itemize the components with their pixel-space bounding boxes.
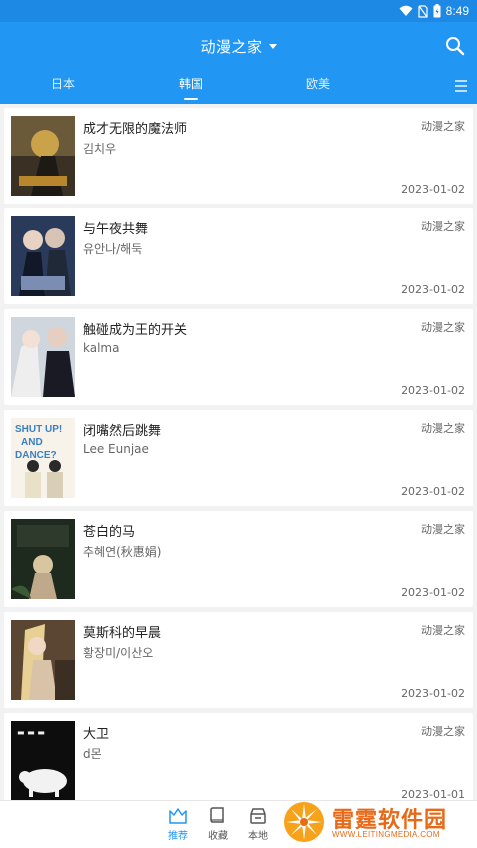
comic-title: 与午夜共舞 <box>83 222 149 237</box>
comic-cover-image <box>11 519 75 599</box>
comic-title: 触碰成为王的开关 <box>83 323 188 338</box>
menu-icon[interactable] <box>453 78 469 94</box>
comic-list: 成才无限的魔法师 김치우 动漫之家 2023-01-02 与午夜共舞 유안나/해… <box>0 104 477 800</box>
nav-label: 推荐 <box>168 831 188 842</box>
book-icon <box>210 807 224 823</box>
nav-local[interactable]: 本地 <box>238 807 278 847</box>
comic-source: 动漫之家 <box>421 725 465 738</box>
watermark-url: WWW.LEITINGMEDIA.COM <box>332 830 440 839</box>
nav-label: 收藏 <box>208 831 228 842</box>
comic-author: 유안나/해둑 <box>83 242 143 256</box>
comic-cover-image <box>11 620 75 700</box>
comic-cover-image: SHUT UP! AND DANCE? <box>11 418 75 498</box>
local-icon <box>250 808 266 824</box>
tab-western[interactable]: 欧美 <box>278 70 358 104</box>
header-title: 动漫之家 <box>200 37 263 56</box>
status-time: 8:49 <box>445 4 469 18</box>
comic-date: 2023-01-02 <box>401 687 465 700</box>
comic-title: 莫斯科的早晨 <box>83 626 162 641</box>
comic-author: 김치우 <box>83 142 117 156</box>
comic-source: 动漫之家 <box>421 321 465 334</box>
nav-recommend[interactable]: 推荐 <box>158 807 198 847</box>
recommend-icon <box>169 808 187 824</box>
chevron-down-icon <box>268 43 277 49</box>
comic-source: 动漫之家 <box>421 220 465 233</box>
comic-author: Lee Eunjae <box>83 442 149 456</box>
watermark: 雷霆软件园 WWW.LEITINGMEDIA.COM <box>282 798 477 848</box>
comic-title: 苍白的马 <box>83 525 136 540</box>
comic-source: 动漫之家 <box>421 120 465 133</box>
comic-date: 2023-01-02 <box>401 183 465 196</box>
list-item[interactable]: 成才无限的魔法师 김치우 动漫之家 2023-01-02 <box>4 108 473 204</box>
comic-source: 动漫之家 <box>421 422 465 435</box>
no-sim-icon <box>418 4 428 18</box>
comic-source: 动漫之家 <box>421 523 465 536</box>
comic-title: 闭嘴然后跳舞 <box>83 424 162 439</box>
tab-label: 日本 <box>50 77 75 91</box>
comic-date: 2023-01-02 <box>401 384 465 397</box>
status-icons: 8:49 <box>399 3 469 19</box>
comic-cover-image: ▬ ▬ ▬ <box>11 721 75 800</box>
comic-source: 动漫之家 <box>421 624 465 637</box>
comic-title: 成才无限的魔法师 <box>83 122 188 137</box>
comic-date: 2023-01-02 <box>401 586 465 599</box>
nav-favorites[interactable]: 收藏 <box>198 807 238 847</box>
watermark-logo-icon <box>284 802 324 842</box>
comic-author: kalma <box>83 341 120 355</box>
list-item[interactable]: 莫斯科的早晨 황장미/이산오 动漫之家 2023-01-02 <box>4 612 473 708</box>
list-item[interactable]: 与午夜共舞 유안나/해둑 动漫之家 2023-01-02 <box>4 208 473 304</box>
list-item[interactable]: SHUT UP! AND DANCE? 闭嘴然后跳舞 Lee Eunjae 动漫… <box>4 410 473 506</box>
app-header: 动漫之家 <box>0 22 477 70</box>
tab-indicator <box>184 98 198 100</box>
status-bar: 8:49 <box>0 0 477 22</box>
wifi-icon <box>399 5 413 16</box>
comic-date: 2023-01-02 <box>401 283 465 296</box>
list-item[interactable]: ▬ ▬ ▬ 大卫 d몬 动漫之家 2023-01-01 <box>4 713 473 800</box>
svg-text:SHUT UP!: SHUT UP! <box>15 424 62 435</box>
list-item[interactable]: 苍白的马 추혜연(秋惠娟) 动漫之家 2023-01-02 <box>4 511 473 607</box>
search-icon[interactable] <box>443 34 467 58</box>
tab-label: 韩国 <box>178 77 203 91</box>
comic-cover-image <box>11 116 75 196</box>
battery-icon <box>433 4 441 18</box>
comic-cover-image <box>11 216 75 296</box>
category-tabs: 日本 韩国 欧美 港 <box>0 70 477 104</box>
comic-author: d몬 <box>83 747 102 761</box>
comic-date: 2023-01-02 <box>401 485 465 498</box>
tab-korea[interactable]: 韩国 <box>151 70 231 104</box>
source-selector[interactable]: 动漫之家 <box>0 22 477 70</box>
list-item[interactable]: 触碰成为王的开关 kalma 动漫之家 2023-01-02 <box>4 309 473 405</box>
nav-label: 本地 <box>248 831 268 842</box>
comic-author: 추혜연(秋惠娟) <box>83 545 162 559</box>
svg-text:AND: AND <box>21 437 43 448</box>
svg-text:▬ ▬ ▬: ▬ ▬ ▬ <box>17 728 45 737</box>
comic-author: 황장미/이산오 <box>83 646 154 660</box>
tab-japan[interactable]: 日本 <box>23 70 103 104</box>
tab-label: 欧美 <box>305 77 330 91</box>
comic-cover-image <box>11 317 75 397</box>
svg-text:DANCE?: DANCE? <box>15 450 57 461</box>
comic-title: 大卫 <box>83 727 110 742</box>
